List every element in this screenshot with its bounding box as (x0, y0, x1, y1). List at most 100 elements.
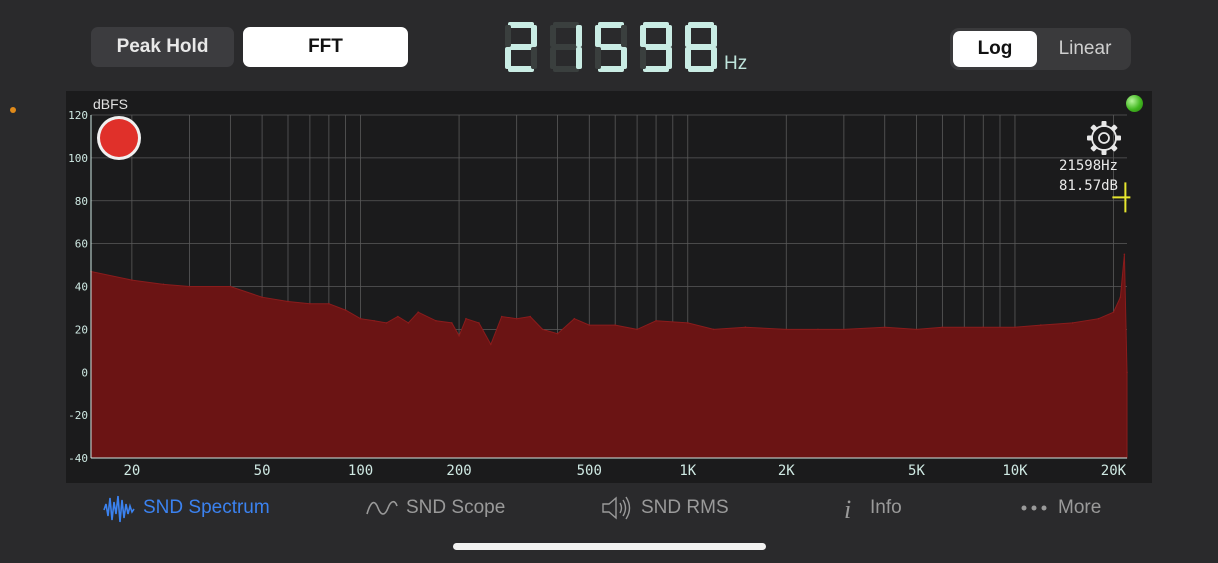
spectrum-point (359, 317, 362, 320)
record-button-dot (100, 119, 138, 157)
y-tick-label: 80 (75, 195, 88, 208)
spectrum-point (465, 317, 467, 320)
digit-segment (643, 66, 669, 72)
tab-snd-spectrum[interactable]: SND Spectrum (103, 490, 270, 526)
tab-label: SND Scope (406, 497, 506, 518)
spectrum-point (982, 326, 985, 329)
digit-segment (640, 47, 646, 69)
spectrum-point (614, 324, 616, 326)
digit-segment (550, 47, 556, 69)
digit-segment (595, 25, 601, 47)
frequency-unit: Hz (724, 53, 748, 74)
digit-segment (685, 47, 691, 69)
y-tick-label: 120 (68, 109, 88, 122)
x-tick-label: 100 (348, 463, 373, 479)
digit-segment (711, 25, 717, 47)
spectrum-point (1040, 324, 1042, 326)
tab-info[interactable]: i Info (838, 490, 902, 526)
spectrum-point (1112, 311, 1115, 314)
spectrum-point (556, 332, 559, 335)
spectrum-point (261, 296, 263, 299)
digit-segment (685, 25, 691, 47)
y-tick-label: 20 (75, 323, 88, 336)
spectrum-point (397, 315, 399, 318)
digit-segment (688, 22, 714, 28)
digit-segment (666, 47, 672, 69)
spectrum-point (1014, 326, 1016, 329)
fft-button[interactable]: FFT (243, 27, 408, 67)
tab-label: Info (870, 497, 902, 518)
digit-segment (688, 44, 714, 50)
tab-snd-rms[interactable]: SND RMS (601, 490, 729, 526)
digit-segment (576, 47, 582, 69)
y-tick-label: 40 (75, 281, 88, 294)
spectrum-point (450, 322, 453, 324)
peak-hold-button[interactable]: Peak Hold (91, 27, 234, 67)
spectrum-point (636, 328, 638, 331)
digit-segment (688, 66, 714, 72)
spectrum-point (131, 279, 133, 281)
digit-segment (598, 44, 624, 50)
tab-label: SND RMS (641, 497, 729, 518)
digit-segment (505, 25, 511, 47)
y-tick-label: 0 (81, 366, 88, 379)
spectrum-point (435, 320, 437, 322)
digit (505, 22, 537, 72)
cursor-frequency: 21598Hz (1059, 158, 1118, 174)
spectrum-point (744, 326, 747, 329)
digit-segment (553, 66, 579, 72)
info-icon: i (844, 495, 851, 522)
spectrum-point (883, 326, 886, 329)
x-tick-label: 50 (254, 463, 271, 479)
spectrum-point (162, 283, 165, 286)
spectrum-point (1097, 317, 1100, 320)
spectrum-point (500, 315, 503, 318)
digit-segment (508, 66, 534, 72)
log-scale-button[interactable]: Log (953, 31, 1037, 67)
spectrum-point (478, 322, 480, 324)
tab-label: More (1058, 497, 1102, 518)
digit-segment (550, 25, 556, 47)
svg-text:i: i (844, 495, 851, 522)
spectrum-point (915, 328, 918, 331)
spectrum-point (1123, 253, 1126, 256)
x-tick-label: 500 (577, 463, 602, 479)
spectrum-point (541, 328, 544, 331)
spectrum-point (417, 311, 419, 314)
y-tick-label: -20 (68, 409, 88, 422)
spectrum-point (287, 300, 289, 303)
tab-snd-scope[interactable]: SND Scope (366, 490, 505, 526)
y-axis-unit-label: dBFS (93, 96, 128, 112)
digit-segment (508, 22, 534, 28)
spectrum-point (843, 328, 845, 331)
x-tick-label: 10K (1002, 463, 1028, 479)
spectrum-point (588, 324, 591, 326)
spectrum-point (1071, 322, 1074, 324)
digit (595, 22, 627, 72)
waveform-icon (103, 495, 135, 523)
digit (550, 22, 582, 72)
spectrum-point (229, 285, 232, 288)
tab-more[interactable]: More (1020, 490, 1101, 526)
speaker-icon (602, 496, 631, 520)
spectrum-point (655, 320, 657, 322)
spectrum-chart[interactable]: 120100806040200-20-4020 50 100 200 500 1K 2K 5K… (66, 91, 1152, 483)
spectrum-point (344, 309, 347, 311)
digit-segment (598, 66, 624, 72)
x-tick-label: 200 (446, 463, 471, 479)
gear-icon[interactable] (1087, 121, 1121, 155)
spectrum-point (188, 285, 191, 288)
x-tick-label: 20K (1101, 463, 1127, 479)
spectrum-point (817, 328, 819, 331)
linear-scale-button[interactable]: Linear (1042, 31, 1128, 67)
digit-segment (643, 22, 669, 28)
x-tick-label: 5K (908, 463, 925, 479)
frequency-readout (505, 22, 717, 72)
digit-segment (621, 47, 627, 69)
digit-segment (553, 22, 579, 28)
record-button[interactable] (97, 116, 141, 160)
digit-segment (531, 25, 537, 47)
spectrum-point (941, 326, 944, 329)
gear-ring (1091, 125, 1117, 151)
digit (685, 22, 717, 72)
